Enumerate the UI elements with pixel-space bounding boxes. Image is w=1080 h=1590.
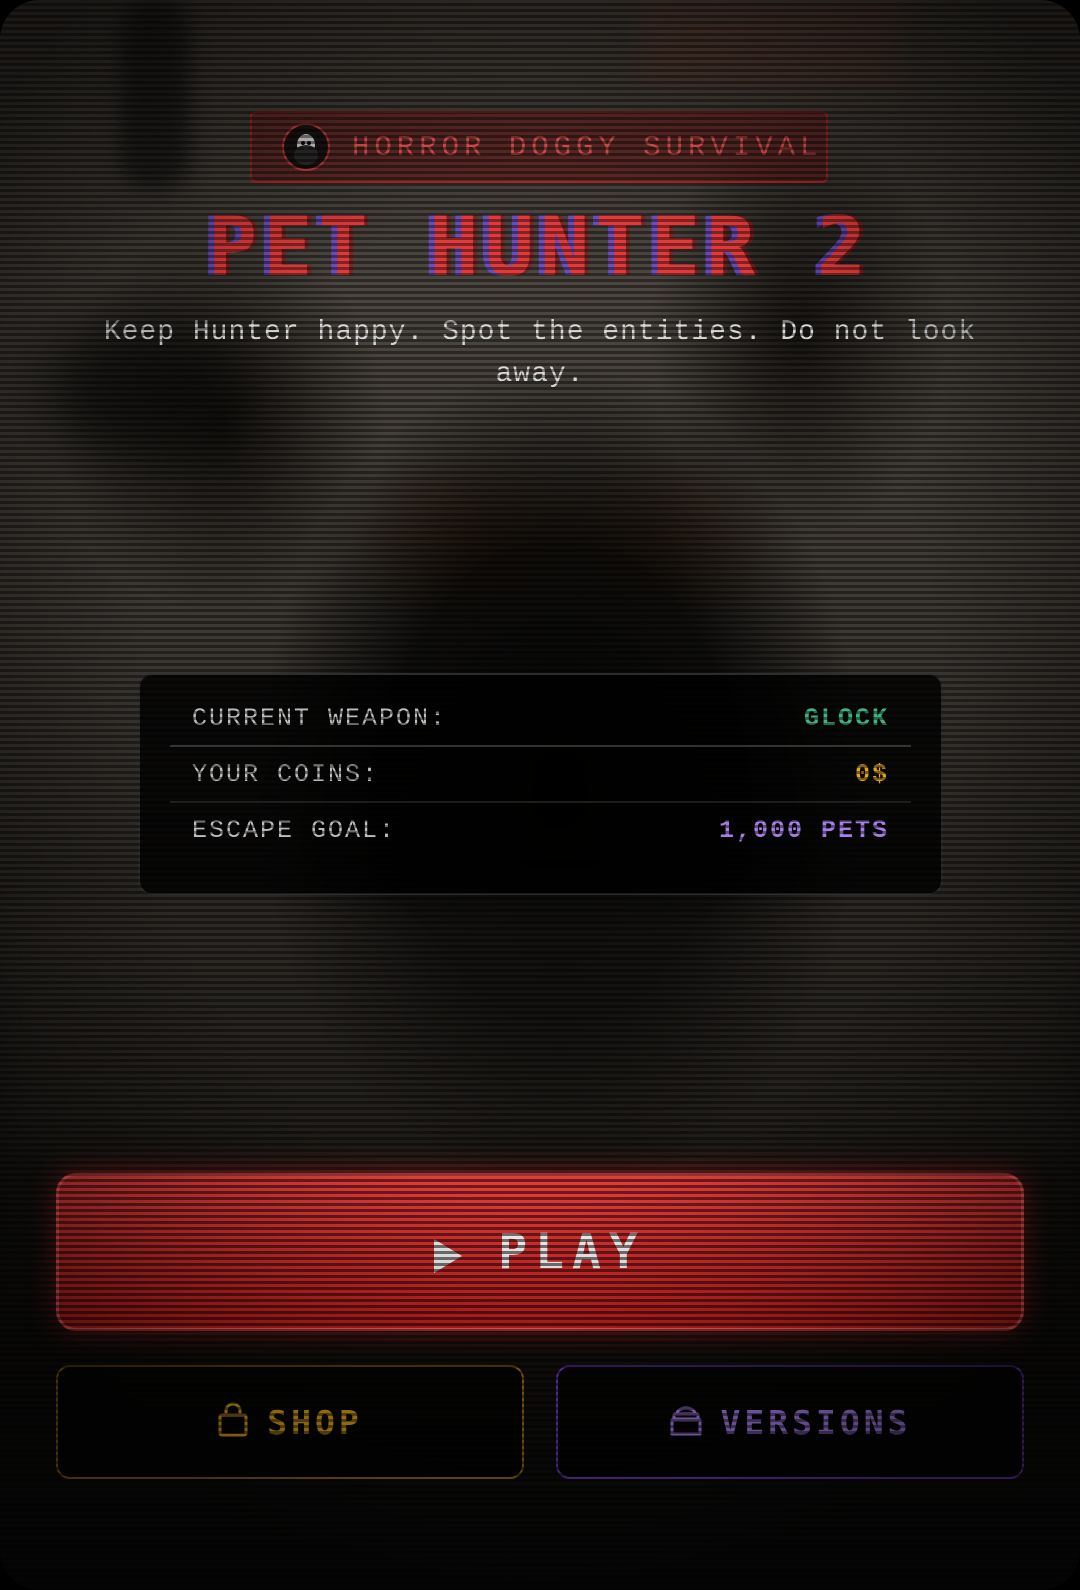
game-menu-screen: HORROR DOGGY SURVIVAL PET HUNTER 2 Keep … bbox=[0, 0, 1080, 1590]
dog-portrait-icon bbox=[282, 123, 330, 171]
menu-content: HORROR DOGGY SURVIVAL PET HUNTER 2 Keep … bbox=[0, 0, 1080, 1590]
stat-label: ESCAPE GOAL: bbox=[192, 815, 397, 845]
pet-food-bowl-icon bbox=[669, 1402, 703, 1443]
current-weapon-value: GLOCK bbox=[803, 703, 889, 733]
versions-button[interactable]: VERSIONS bbox=[556, 1365, 1024, 1479]
stat-label: YOUR COINS: bbox=[192, 759, 380, 789]
shopping-bag-icon bbox=[217, 1402, 249, 1443]
shop-button[interactable]: SHOP bbox=[56, 1365, 524, 1479]
player-stats-panel: CURRENT WEAPON: GLOCK YOUR COINS: 0$ ESC… bbox=[138, 673, 943, 895]
genre-tag-label: HORROR DOGGY SURVIVAL bbox=[352, 130, 823, 164]
play-icon bbox=[434, 1239, 463, 1273]
play-button[interactable]: PLAY bbox=[56, 1173, 1024, 1331]
play-button-label: PLAY bbox=[498, 1224, 646, 1280]
game-title: PET HUNTER 2 bbox=[207, 200, 873, 295]
stat-row-goal: ESCAPE GOAL: 1,000 PETS bbox=[170, 801, 911, 857]
stat-row-weapon: CURRENT WEAPON: GLOCK bbox=[170, 691, 911, 745]
shop-button-label: SHOP bbox=[267, 1402, 363, 1442]
escape-goal-value: 1,000 PETS bbox=[718, 815, 889, 845]
game-subtitle: Keep Hunter happy. Spot the entities. Do… bbox=[103, 317, 977, 390]
stat-label: CURRENT WEAPON: bbox=[192, 703, 448, 733]
versions-button-label: VERSIONS bbox=[720, 1402, 912, 1442]
stat-row-coins: YOUR COINS: 0$ bbox=[170, 745, 911, 801]
coins-value: 0$ bbox=[854, 759, 889, 789]
genre-tag: HORROR DOGGY SURVIVAL bbox=[250, 111, 828, 183]
